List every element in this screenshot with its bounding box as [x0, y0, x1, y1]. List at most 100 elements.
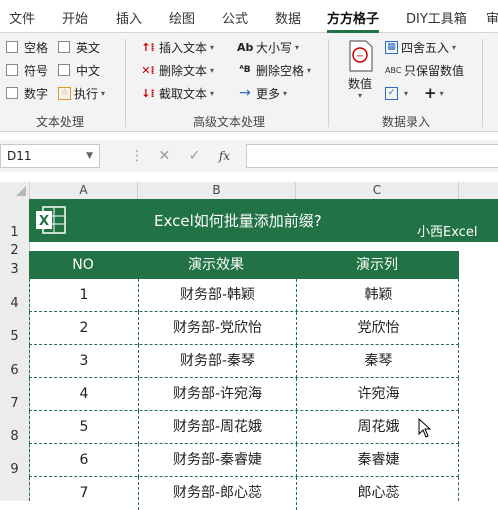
enter-icon[interactable]: ✓ — [189, 148, 201, 164]
edit-check-button[interactable]: ✓ ▾ — [385, 84, 408, 102]
execute-button[interactable]: ☆ 执行 ▾ — [58, 84, 105, 102]
tab-data[interactable]: 数据 — [275, 8, 301, 27]
cell-name[interactable]: 秦琴 — [296, 345, 460, 378]
cell-no[interactable]: 7 — [30, 477, 138, 510]
row-header[interactable]: 2 — [0, 243, 29, 258]
cell-effect[interactable]: 财务部-秦琴 — [138, 345, 296, 378]
tab-formulas[interactable]: 公式 — [222, 8, 248, 27]
delete-text-button[interactable]: ✕⁞ 删除文本 ▾ — [140, 61, 214, 79]
chevron-down-icon: ▾ — [101, 88, 106, 98]
row-header[interactable]: 9 — [0, 462, 29, 477]
row-header[interactable]: 5 — [0, 329, 29, 344]
delete-spaces-icon: ᴬB — [239, 65, 251, 75]
checkbox-box[interactable] — [6, 87, 18, 99]
tab-review[interactable]: 审 — [486, 8, 498, 27]
row-header[interactable]: 3 — [0, 262, 29, 277]
checkbox-space[interactable]: 空格 — [6, 38, 48, 56]
insert-text-button[interactable]: ↑⁞ 插入文本 ▾ — [140, 38, 214, 56]
cell-name[interactable]: 秦睿婕 — [296, 444, 460, 477]
checkbox-symbol[interactable]: 符号 — [6, 61, 48, 79]
chevron-down-icon: ▾ — [210, 88, 215, 98]
tab-home[interactable]: 开始 — [62, 8, 88, 27]
column-header-a[interactable]: A — [29, 182, 137, 199]
checkbox-label: 中文 — [76, 63, 101, 78]
keep-value-button[interactable]: ABC 只保留数值 — [385, 61, 464, 79]
cell-effect[interactable]: 财务部-秦睿婕 — [138, 444, 296, 477]
delete-spaces-button[interactable]: ᴬB 删除空格 ▾ — [237, 61, 311, 79]
column-header-b[interactable]: B — [137, 182, 295, 199]
tab-file[interactable]: 文件 — [9, 8, 35, 27]
cell-name[interactable]: 韩颖 — [296, 279, 460, 312]
cell-no[interactable]: 6 — [30, 444, 138, 477]
plus-button[interactable]: + ▾ — [424, 84, 444, 102]
formula-input[interactable] — [246, 144, 498, 168]
table-header-name[interactable]: 演示列 — [295, 251, 459, 279]
cell-name[interactable]: 党欣怡 — [296, 312, 460, 345]
row-header[interactable]: 8 — [0, 429, 29, 444]
tab-diy-toolbox[interactable]: DIY工具箱 — [406, 8, 467, 27]
cell-effect[interactable]: 财务部-郎心蕊 — [138, 477, 296, 510]
checkbox-english[interactable]: 英文 — [58, 38, 100, 56]
chevron-down-icon: ▾ — [210, 65, 215, 75]
select-all-corner[interactable] — [0, 182, 29, 199]
table-row: 7 财务部-郎心蕊 郎心蕊 — [29, 477, 459, 510]
tab-insert[interactable]: 插入 — [116, 8, 142, 27]
cell-no[interactable]: 4 — [30, 378, 138, 411]
execute-label: 执行 — [74, 86, 99, 101]
cell-effect[interactable]: 财务部-党欣怡 — [138, 312, 296, 345]
value-button[interactable]: − 数值 ▾ — [340, 39, 380, 105]
cell-effect[interactable]: 财务部-韩颖 — [138, 279, 296, 312]
column-header-d[interactable] — [458, 182, 498, 199]
tab-draw[interactable]: 绘图 — [169, 8, 195, 27]
more-button[interactable]: → 更多 ▾ — [237, 84, 287, 102]
table-header-no[interactable]: NO — [29, 251, 137, 279]
delete-text-icon: ✕⁞ — [141, 63, 155, 77]
checkbox-number[interactable]: 数字 — [6, 84, 48, 102]
title-banner: X Excel如何批量添加前缀? 小西Excel — [29, 199, 498, 242]
cell-no[interactable]: 3 — [30, 345, 138, 378]
cell-name[interactable]: 郎心蕊 — [296, 477, 460, 510]
table-row: 3 财务部-秦琴 秦琴 — [29, 345, 459, 378]
row-header[interactable]: 1 — [0, 225, 29, 240]
checkbox-box[interactable] — [58, 41, 70, 53]
checkbox-label: 符号 — [24, 63, 49, 78]
table-header-effect[interactable]: 演示效果 — [137, 251, 295, 279]
row-header[interactable]: 7 — [0, 396, 29, 411]
checkbox-chinese[interactable]: 中文 — [58, 61, 100, 79]
chevron-down-icon: ▾ — [452, 42, 457, 52]
insert-function-icon[interactable]: fx — [219, 149, 230, 163]
value-icon: − — [349, 40, 373, 72]
tab-fangfang[interactable]: 方方格子 — [327, 8, 380, 33]
column-header-c[interactable]: C — [295, 182, 458, 199]
group-label-number-entry: 数据录入 — [382, 115, 431, 129]
row-header-bar: 1 2 3 4 5 6 7 8 9 — [0, 199, 30, 501]
formula-bar-icons: ⋮ ✕ ✓ fx — [130, 148, 230, 164]
cell-name[interactable]: 周花娥 — [296, 411, 460, 444]
round-button[interactable]: ▦ 四舍五入 ▾ — [385, 38, 456, 56]
case-button[interactable]: Ab 大小写 ▾ — [237, 38, 299, 56]
cell-no[interactable]: 1 — [30, 279, 138, 312]
checkbox-box[interactable] — [6, 41, 18, 53]
name-box[interactable]: D11 ▼ — [0, 144, 100, 168]
cell-effect[interactable]: 财务部-许宛海 — [138, 378, 296, 411]
column-header-bar: A B C — [0, 182, 498, 200]
mouse-cursor-icon — [418, 418, 432, 438]
checkbox-label: 数字 — [24, 86, 49, 101]
chevron-down-icon[interactable]: ▼ — [86, 145, 93, 167]
chevron-down-icon: ▾ — [295, 42, 300, 52]
checkbox-box[interactable] — [6, 64, 18, 76]
table-header-row: NO 演示效果 演示列 — [29, 251, 459, 279]
group-separator — [482, 39, 483, 127]
cancel-icon[interactable]: ✕ — [158, 148, 170, 164]
row-header[interactable]: 4 — [0, 296, 29, 311]
more-options-icon[interactable]: ⋮ — [130, 148, 144, 164]
cell-no[interactable]: 2 — [30, 312, 138, 345]
cell-name[interactable]: 许宛海 — [296, 378, 460, 411]
cell-effect[interactable]: 财务部-周花娥 — [138, 411, 296, 444]
case-icon: Ab — [237, 40, 254, 54]
cell-no[interactable]: 5 — [30, 411, 138, 444]
checkbox-box[interactable] — [58, 64, 70, 76]
checkbox-label: 英文 — [76, 40, 101, 55]
extract-text-button[interactable]: ↓⁞ 截取文本 ▾ — [140, 84, 214, 102]
row-header[interactable]: 6 — [0, 363, 29, 378]
